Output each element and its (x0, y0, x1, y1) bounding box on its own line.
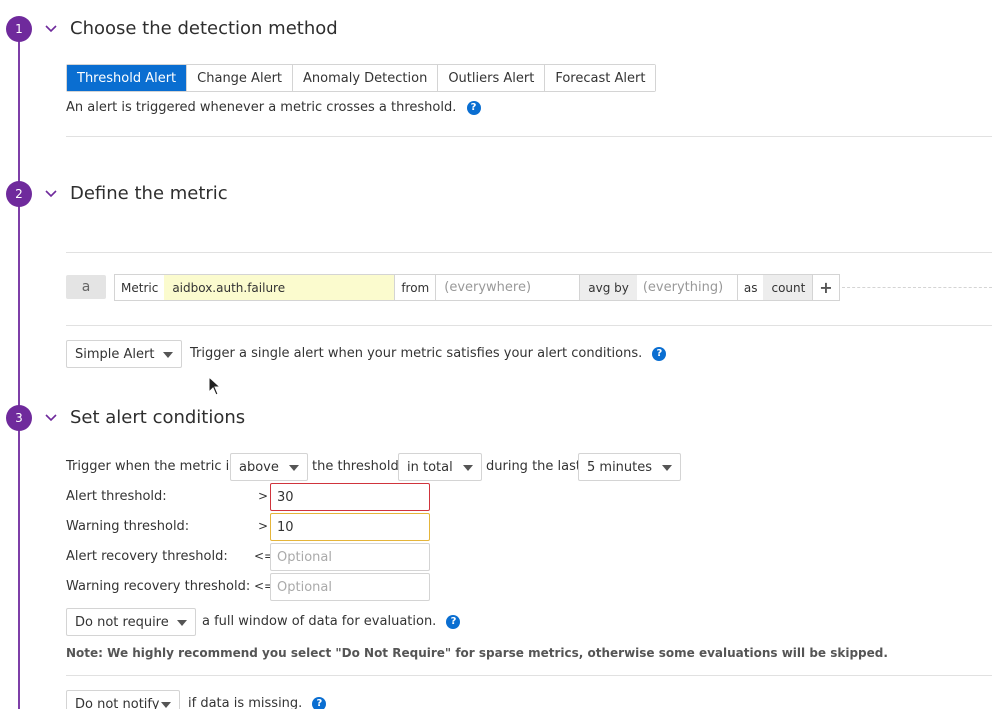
warning-recovery-input[interactable] (270, 573, 430, 601)
anomaly-detection-button[interactable]: Anomaly Detection (292, 65, 438, 91)
alert-recovery-input[interactable] (270, 543, 430, 571)
help-icon[interactable]: ? (312, 696, 327, 709)
avg-by-field[interactable]: (everything) (637, 275, 737, 300)
alert-type-select[interactable]: Simple Alert (66, 340, 182, 368)
detection-method-group: Threshold Alert Change Alert Anomaly Det… (66, 64, 657, 92)
missing-data-value: Do not notify (75, 696, 160, 709)
during-text: during the last (486, 459, 581, 474)
comparison-value: above (239, 459, 279, 475)
mouse-cursor-icon (208, 376, 222, 396)
change-alert-button[interactable]: Change Alert (186, 65, 293, 91)
outliers-alert-button[interactable]: Outliers Alert (437, 65, 545, 91)
require-window-description: a full window of data for evaluation. ? (202, 614, 461, 629)
help-icon[interactable]: ? (446, 614, 461, 629)
metric-query-row: Metric aidbox.auth.failure from (everywh… (114, 274, 815, 301)
from-label: from (394, 275, 435, 300)
section-title-metric: Define the metric (70, 183, 228, 204)
metric-name-field[interactable]: aidbox.auth.failure (164, 275, 395, 300)
trigger-prefix-label: Trigger when the metric is (66, 459, 237, 474)
warning-threshold-label: Warning threshold: (66, 519, 190, 534)
missing-data-text: if data is missing. (188, 696, 303, 709)
detection-description: An alert is triggered whenever a metric … (66, 100, 481, 115)
divider (66, 136, 992, 137)
sparse-metrics-note: Note: We highly recommend you select "Do… (66, 646, 888, 660)
avg-by-label: avg by (579, 275, 637, 300)
section-title-detection: Choose the detection method (70, 18, 338, 39)
steps-timeline (18, 40, 20, 709)
missing-data-select[interactable]: Do not notify (66, 690, 180, 709)
help-icon[interactable]: ? (652, 346, 667, 361)
alert-threshold-label: Alert threshold: (66, 489, 167, 504)
threshold-alert-button[interactable]: Threshold Alert (67, 65, 187, 91)
as-count-field[interactable]: count (763, 275, 814, 300)
metric-label: Metric (121, 280, 159, 295)
caret-down-icon (662, 465, 672, 471)
warning-recovery-label: Warning recovery threshold: (66, 579, 251, 594)
warning-threshold-input[interactable] (270, 513, 430, 541)
window-select[interactable]: 5 minutes (578, 453, 681, 481)
step-number-2: 2 (6, 181, 32, 207)
alert-type-description-text: Trigger a single alert when your metric … (190, 346, 643, 361)
alert-recovery-operator: <= (254, 549, 275, 563)
chevron-down-icon[interactable] (44, 187, 58, 201)
detection-description-text: An alert is triggered whenever a metric … (66, 100, 457, 115)
chevron-down-icon[interactable] (44, 22, 58, 36)
alert-type-value: Simple Alert (75, 346, 155, 362)
divider (66, 325, 992, 326)
as-label: as (736, 275, 764, 300)
divider (66, 252, 992, 253)
section-title-conditions: Set alert conditions (70, 407, 246, 428)
help-icon[interactable]: ? (466, 100, 481, 115)
aggregation-value: in total (407, 459, 453, 475)
forecast-alert-button[interactable]: Forecast Alert (544, 65, 656, 91)
window-value: 5 minutes (587, 459, 653, 475)
require-window-select[interactable]: Do not require (66, 608, 196, 636)
caret-down-icon (161, 702, 171, 708)
warning-threshold-operator: > (257, 519, 268, 533)
dashed-divider (842, 287, 992, 288)
missing-data-description: if data is missing. ? (188, 696, 327, 709)
caret-down-icon (463, 465, 473, 471)
require-window-text: a full window of data for evaluation. (202, 614, 437, 629)
chevron-down-icon[interactable] (44, 411, 58, 425)
divider (66, 675, 992, 676)
caret-down-icon (177, 620, 187, 626)
alert-type-description: Trigger a single alert when your metric … (190, 346, 667, 361)
query-letter[interactable]: a (66, 275, 106, 299)
alert-threshold-operator: > (257, 489, 268, 503)
step-number-3: 3 (6, 405, 32, 431)
require-window-value: Do not require (75, 614, 169, 630)
alert-threshold-input[interactable] (270, 483, 430, 511)
caret-down-icon (289, 465, 299, 471)
comparison-select[interactable]: above (230, 453, 308, 481)
step-number-1: 1 (6, 16, 32, 42)
aggregation-select[interactable]: in total (398, 453, 482, 481)
threshold-text: the threshold (312, 459, 399, 474)
add-function-button[interactable]: + (812, 274, 840, 301)
warning-recovery-operator: <= (254, 579, 275, 593)
from-scope-field[interactable]: (everywhere) (435, 275, 579, 300)
alert-recovery-label: Alert recovery threshold: (66, 549, 228, 564)
caret-down-icon (163, 352, 173, 358)
